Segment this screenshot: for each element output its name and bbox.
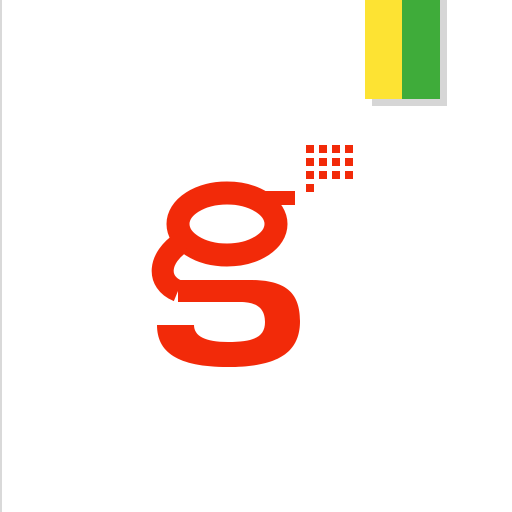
grid-dot (332, 158, 340, 166)
grid-dot (306, 184, 314, 192)
grid-dot (345, 171, 353, 179)
dot-grid-icon (306, 145, 353, 192)
grid-dot (306, 145, 314, 153)
grid-dot (319, 145, 327, 153)
grid-dot (319, 158, 327, 166)
letter-g-mark (151, 181, 300, 367)
grid-dot (332, 171, 340, 179)
grid-dot (306, 171, 314, 179)
grid-dot (345, 145, 353, 153)
grid-dot (306, 158, 314, 166)
grid-dot (319, 171, 327, 179)
grid-dot (345, 158, 353, 166)
app-icon (0, 0, 512, 512)
grid-dot (332, 145, 340, 153)
g-logo-icon (151, 145, 353, 367)
